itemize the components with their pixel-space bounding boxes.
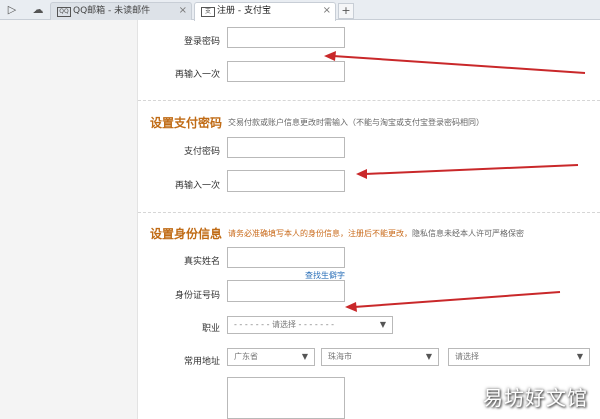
annotation-arrows	[324, 51, 586, 312]
annotation-arrow-line	[353, 291, 561, 308]
annotation-arrowhead	[345, 302, 357, 312]
annotation-arrowhead	[356, 169, 367, 179]
annotation-arrow-line	[332, 55, 586, 74]
annotation-arrow-line	[364, 164, 579, 175]
annotation-arrowhead	[324, 51, 336, 61]
watermark: 易坊好文馆	[483, 386, 588, 410]
